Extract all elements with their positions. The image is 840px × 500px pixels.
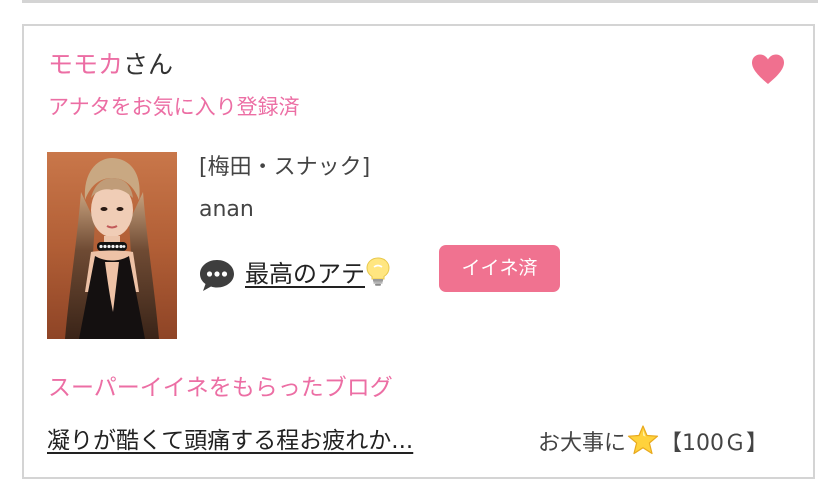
reward-text: お大事に xyxy=(538,431,627,456)
blog-title-link[interactable]: 凝りが酷くて頭痛する程お疲れか... xyxy=(47,424,413,458)
profile-photo[interactable] xyxy=(47,152,177,339)
favorite-card: モモカさん アナタをお気に入り登録済 [梅田・スナック] anan 最高のアテ … xyxy=(22,24,815,479)
light-bulb-icon xyxy=(365,256,391,286)
post-title: 最高のアテ xyxy=(245,260,365,288)
reward-amount: 【100Ｇ】 xyxy=(660,431,769,456)
user-name[interactable]: モモカ xyxy=(48,50,123,79)
top-divider xyxy=(22,0,818,3)
reward-info: お大事に 【100Ｇ】 xyxy=(538,424,768,461)
user-name-suffix: さん xyxy=(123,50,174,79)
like-status-button[interactable]: イイネ済 xyxy=(439,245,560,292)
post-title-link[interactable]: 最高のアテ xyxy=(245,256,391,291)
shop-category[interactable]: [梅田・スナック] xyxy=(199,152,370,184)
cast-name[interactable]: anan xyxy=(199,194,254,226)
speech-bubble-icon xyxy=(199,258,235,292)
blog-section-title: スーパーイイネをもらったブログ xyxy=(48,375,393,401)
heart-icon[interactable] xyxy=(750,52,786,88)
favorite-status-text: アナタをお気に入り登録済 xyxy=(48,95,300,119)
user-name-line: モモカさん xyxy=(48,48,173,82)
star-icon xyxy=(627,424,659,456)
